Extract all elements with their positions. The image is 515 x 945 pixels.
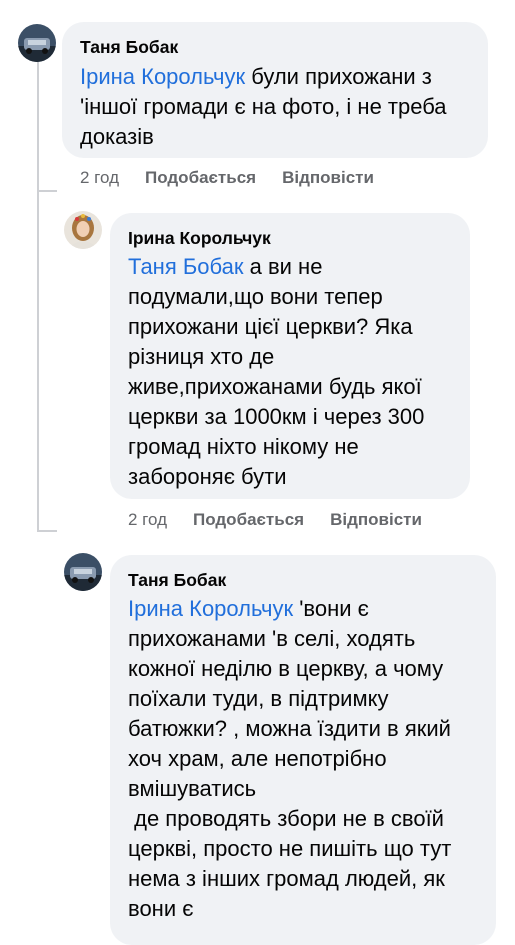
- thread-line: [37, 190, 57, 192]
- comment-text: Ірина Корольчук 'вони є прихожанами 'в с…: [128, 596, 452, 921]
- reply-button[interactable]: Відповісти: [282, 168, 374, 188]
- thread-line: [37, 530, 57, 532]
- thread-line: [37, 62, 39, 532]
- avatar[interactable]: [18, 24, 56, 62]
- woman-photo-avatar-icon: [64, 211, 102, 249]
- comment-text: Ірина Корольчук були прихожани з 'іншої …: [80, 64, 447, 149]
- mention-link[interactable]: Таня Бобак: [128, 254, 244, 279]
- comment-author[interactable]: Таня Бобак: [128, 570, 226, 591]
- comment-text: Таня Бобак а ви не подумали,що вони тепе…: [128, 254, 425, 489]
- comment-actions: 2 год Подобається Відповісти: [80, 168, 374, 188]
- comment-actions: 2 год Подобається Відповісти: [128, 510, 422, 530]
- mention-link[interactable]: Ірина Корольчук: [128, 596, 293, 621]
- comment-author[interactable]: Таня Бобак: [80, 37, 178, 58]
- car-photo-avatar-icon: [64, 553, 102, 591]
- comment-time[interactable]: 2 год: [128, 510, 167, 530]
- comment-time[interactable]: 2 год: [80, 168, 119, 188]
- avatar[interactable]: [64, 211, 102, 249]
- avatar[interactable]: [64, 553, 102, 591]
- like-button[interactable]: Подобається: [193, 510, 304, 530]
- comment-author[interactable]: Ірина Корольчук: [128, 228, 271, 249]
- mention-link[interactable]: Ірина Корольчук: [80, 64, 245, 89]
- reply-button[interactable]: Відповісти: [330, 510, 422, 530]
- car-photo-avatar-icon: [18, 24, 56, 62]
- like-button[interactable]: Подобається: [145, 168, 256, 188]
